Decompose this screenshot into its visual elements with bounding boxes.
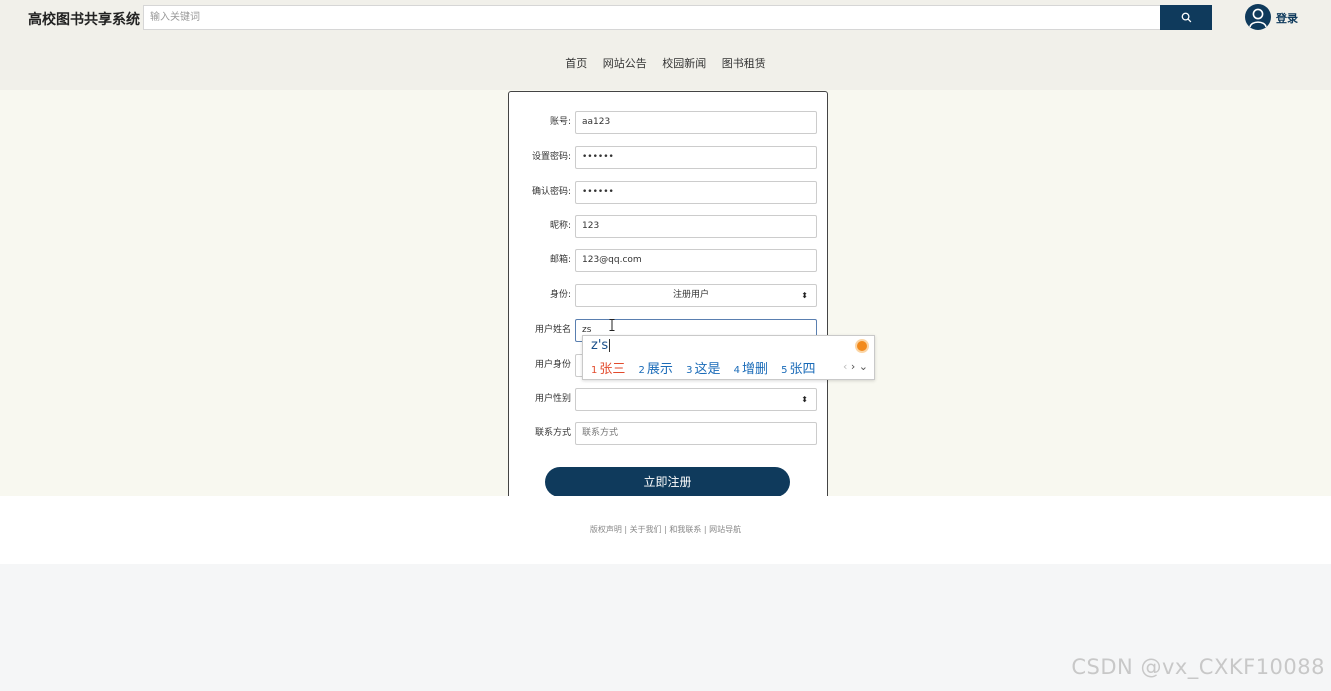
nav-book-rental[interactable]: 图书租赁 xyxy=(722,55,766,71)
footer: 版权声明 | 关于我们 | 和我联系 | 网站导航 xyxy=(0,496,1331,564)
form-row-email: 邮箱: 123@qq.com xyxy=(509,249,829,272)
nav-campus-news[interactable]: 校园新闻 xyxy=(662,55,706,71)
register-form: 账号: aa123 设置密码: •••••• 确认密码: •••••• 昵称: … xyxy=(508,91,828,511)
footer-link-contact[interactable]: 和我联系 xyxy=(669,525,701,534)
ime-candidate[interactable]: 5 张四 xyxy=(781,362,815,377)
chevron-left-icon[interactable]: ‹ xyxy=(843,360,847,373)
footer-links: 版权声明 | 关于我们 | 和我联系 | 网站导航 xyxy=(589,525,742,534)
search-icon xyxy=(1181,12,1191,23)
email-input[interactable]: 123@qq.com xyxy=(575,249,817,272)
ime-logo-icon[interactable] xyxy=(855,339,869,353)
field-label: 身份: xyxy=(549,290,571,300)
role-select[interactable]: 注册用户 ⬍ xyxy=(575,284,817,307)
site-logo[interactable]: 高校图书共享系统 xyxy=(28,9,140,29)
ime-candidate[interactable]: 1 张三 xyxy=(591,362,625,377)
nickname-input[interactable]: 123 xyxy=(575,215,817,238)
search-input[interactable] xyxy=(143,5,1161,30)
chevron-down-icon[interactable]: ⌄ xyxy=(859,360,868,373)
main-nav: 首页 网站公告 校园新闻 图书租赁 xyxy=(0,55,1331,71)
confirm-password-input[interactable]: •••••• xyxy=(575,181,817,204)
ime-candidates: 1 张三 2 展示 3 这是 4 增删 5 张四 xyxy=(591,358,825,377)
form-row-gender: 用户性别 ⬍ xyxy=(509,388,829,411)
field-label: 昵称: xyxy=(549,221,571,231)
ime-composition: z's xyxy=(591,338,611,353)
form-row-confirm-password: 确认密码: •••••• xyxy=(509,181,829,204)
select-arrows-icon: ⬍ xyxy=(801,291,808,300)
user-icon[interactable] xyxy=(1245,4,1271,30)
register-button[interactable]: 立即注册 xyxy=(545,467,790,497)
header: 高校图书共享系统 登录 首页 网站公告 校园新闻 图书租赁 xyxy=(0,0,1331,90)
ime-candidate[interactable]: 2 展示 xyxy=(639,362,673,377)
field-label: 用户姓名 xyxy=(534,325,571,335)
nav-home[interactable]: 首页 xyxy=(565,55,587,71)
account-input[interactable]: aa123 xyxy=(575,111,817,134)
role-select-value: 注册用户 xyxy=(672,290,709,300)
field-label: 邮箱: xyxy=(549,255,571,265)
field-label: 确认密码: xyxy=(531,187,571,197)
form-row-account: 账号: aa123 xyxy=(509,111,829,134)
form-row-role: 身份: 注册用户 ⬍ xyxy=(509,284,829,307)
select-arrows-icon: ⬍ xyxy=(801,395,808,404)
text-cursor-icon xyxy=(609,319,615,331)
form-row-nickname: 昵称: 123 xyxy=(509,215,829,238)
gender-select[interactable]: ⬍ xyxy=(575,388,817,411)
ime-page-controls: ‹ › ⌄ xyxy=(843,360,868,373)
password-input[interactable]: •••••• xyxy=(575,146,817,169)
nav-announcements[interactable]: 网站公告 xyxy=(603,55,647,71)
field-label: 用户身份 xyxy=(534,360,571,370)
watermark: CSDN @vx_CXKF10088 xyxy=(1071,655,1325,679)
field-label: 联系方式 xyxy=(534,428,571,438)
ime-candidate[interactable]: 4 增删 xyxy=(734,362,768,377)
field-label: 用户性别 xyxy=(534,394,571,404)
form-row-contact: 联系方式 联系方式 xyxy=(509,422,829,445)
login-link[interactable]: 登录 xyxy=(1276,10,1298,26)
footer-link-about[interactable]: 关于我们 xyxy=(630,525,662,534)
footer-link-copyright[interactable]: 版权声明 xyxy=(590,525,622,534)
ime-candidate-popup: z's 1 张三 2 展示 3 这是 4 增删 5 张四 ‹ › ⌄ xyxy=(582,335,875,380)
footer-link-sitemap[interactable]: 网站导航 xyxy=(709,525,741,534)
search-button[interactable] xyxy=(1160,5,1212,30)
contact-input[interactable]: 联系方式 xyxy=(575,422,817,445)
field-label: 设置密码: xyxy=(531,152,571,162)
chevron-right-icon[interactable]: › xyxy=(851,360,855,373)
ime-candidate[interactable]: 3 这是 xyxy=(686,362,720,377)
form-row-password: 设置密码: •••••• xyxy=(509,146,829,169)
field-label: 账号: xyxy=(549,117,571,127)
